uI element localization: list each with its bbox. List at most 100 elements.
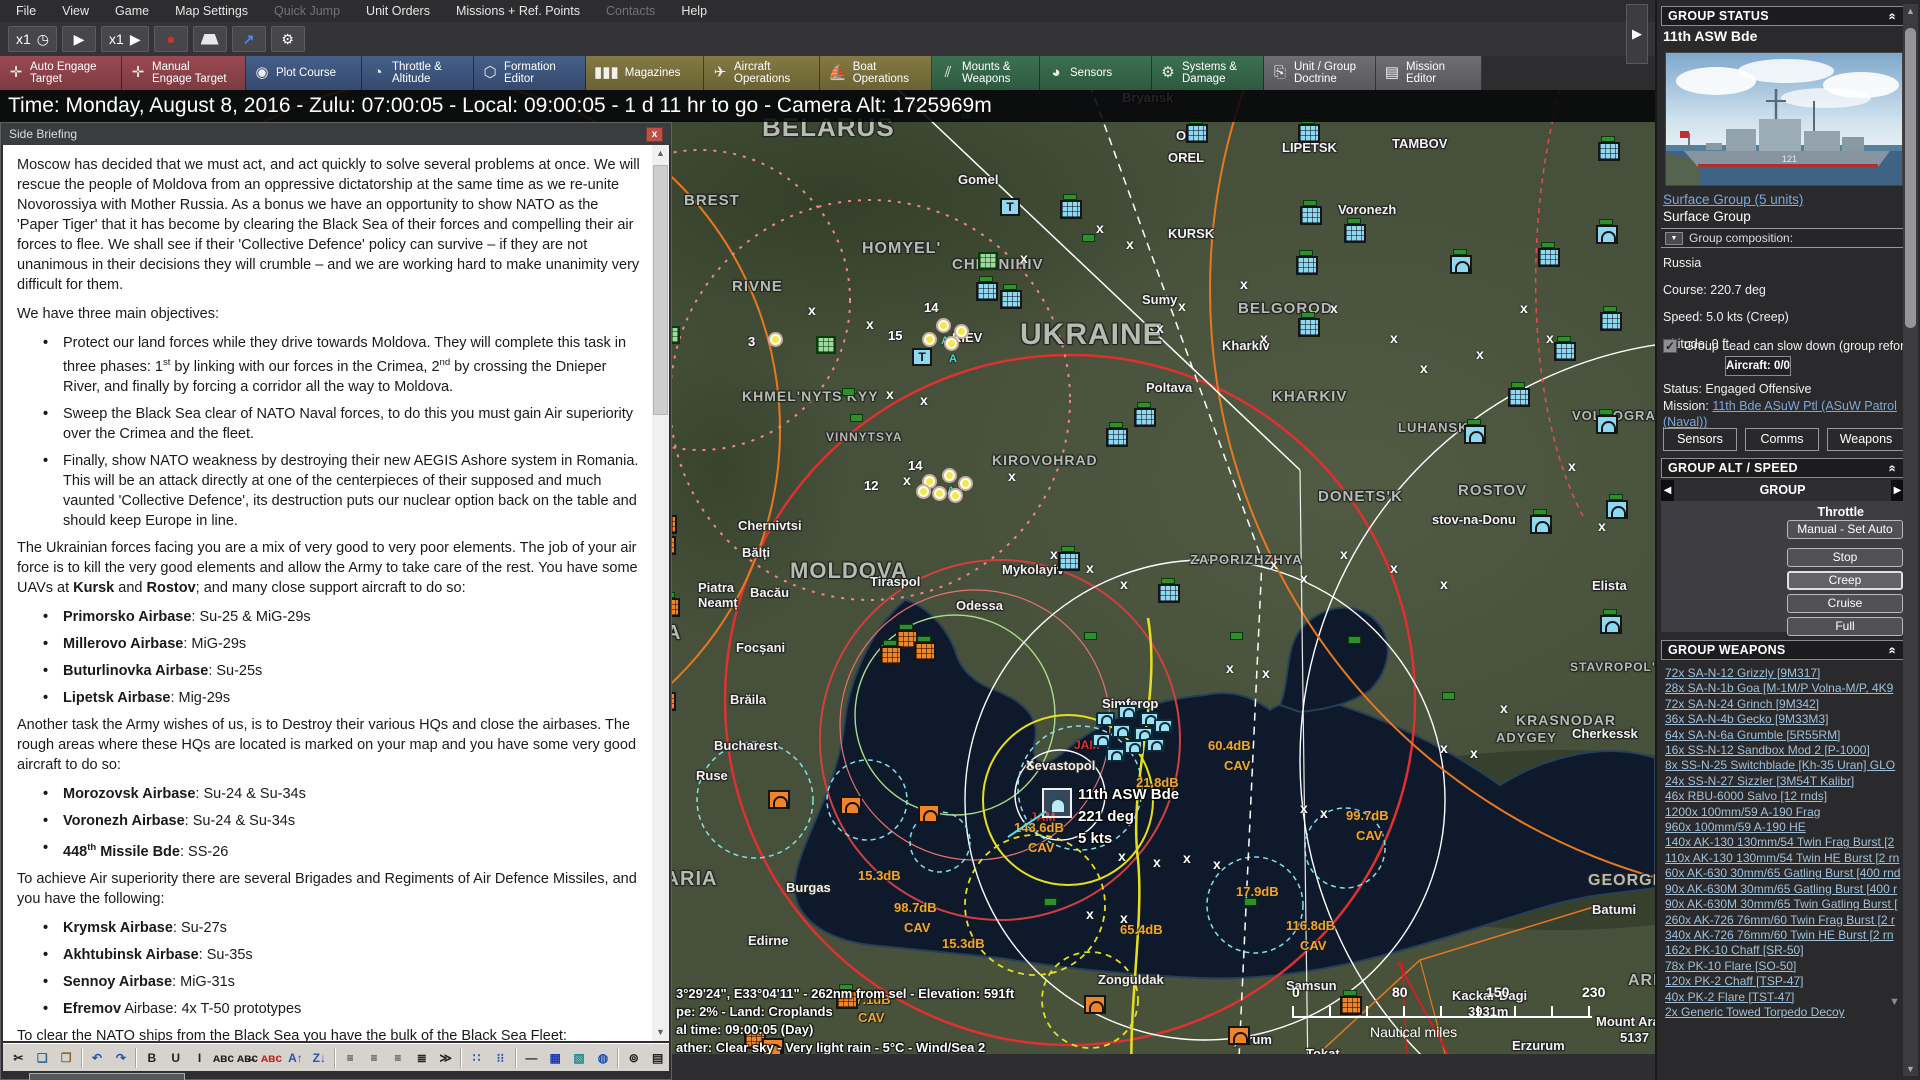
tower-icon[interactable]: T: [912, 348, 932, 366]
undo-icon[interactable]: ↶: [86, 1046, 109, 1069]
infantry-unit-icon[interactable]: [948, 488, 963, 503]
jump-button[interactable]: ↗: [232, 26, 266, 52]
aircraft-operations-button[interactable]: ✈AircraftOperations: [704, 56, 820, 90]
briefing-scrollbar[interactable]: ▲ ▼: [652, 145, 669, 1041]
image-icon[interactable]: ▧: [568, 1046, 591, 1069]
hostile-radar-icon[interactable]: [840, 796, 862, 815]
airbase-icon[interactable]: [1344, 224, 1366, 243]
aircraft-button[interactable]: Aircraft: 0/0: [1725, 356, 1791, 376]
panel-collapse-button[interactable]: ▶: [1626, 4, 1648, 64]
close-icon[interactable]: x: [646, 127, 663, 142]
airbase-icon[interactable]: [1000, 290, 1022, 309]
table-icon[interactable]: ▦: [544, 1046, 567, 1069]
airbase-icon[interactable]: [1058, 552, 1080, 571]
scroll-down-icon[interactable]: ▼: [1903, 1064, 1918, 1074]
airbase-icon[interactable]: [1300, 206, 1322, 225]
bold-icon[interactable]: B: [140, 1046, 163, 1069]
infantry-unit-icon[interactable]: [768, 332, 783, 347]
hostile-radar-icon[interactable]: [1228, 1026, 1250, 1045]
radar-site-icon[interactable]: [1596, 225, 1618, 244]
time-compression-button[interactable]: x1◷: [8, 26, 57, 52]
indent-icon[interactable]: ≫: [434, 1046, 457, 1069]
mission-editor-button[interactable]: ▤MissionEditor: [1376, 56, 1482, 90]
scroll-up-icon[interactable]: ▲: [1903, 6, 1918, 16]
italic-icon[interactable]: I: [188, 1046, 211, 1069]
army-unit-icon[interactable]: [1084, 632, 1097, 640]
weapon-link[interactable]: 16x SS-N-12 Sandbox Mod 2 [P-1000]: [1665, 743, 1903, 758]
presentation-button[interactable]: [193, 26, 227, 52]
mounts-weapons-button[interactable]: ⫽Mounts &Weapons: [932, 56, 1040, 90]
bullet-list-icon[interactable]: ∷: [465, 1046, 488, 1069]
weapon-link[interactable]: 40x PK-2 Flare [TST-47]: [1665, 990, 1903, 1005]
collapse-chevron-icon[interactable]: «: [1886, 12, 1901, 20]
sort-asc-icon[interactable]: A↑: [284, 1046, 307, 1069]
airbase-icon[interactable]: [1298, 124, 1320, 143]
surface-ship-icon[interactable]: [1118, 705, 1137, 719]
hostile-facility-icon[interactable]: [914, 642, 936, 661]
weapon-link[interactable]: 90x AK-630M 30mm/65 Twin Gatling Burst [: [1665, 897, 1903, 912]
find-icon[interactable]: ⊚: [622, 1046, 645, 1069]
prev-arrow-icon[interactable]: ◀: [1661, 480, 1674, 501]
hostile-radar-icon[interactable]: [1084, 995, 1106, 1014]
magazines-button[interactable]: ▮▮▮Magazines: [586, 56, 704, 90]
weapon-link[interactable]: 8x SS-N-25 Switchblade [Kh-35 Uran] GLO: [1665, 758, 1903, 773]
weapon-link[interactable]: 36x SA-N-4b Gecko [9M33M3]: [1665, 712, 1903, 727]
menu-file[interactable]: File: [16, 4, 36, 18]
justify-icon[interactable]: ≣: [410, 1046, 433, 1069]
globe-icon[interactable]: ◍: [592, 1046, 615, 1069]
group-status-header[interactable]: GROUP STATUS«: [1661, 6, 1904, 26]
weapon-link[interactable]: 60x AK-630 30mm/65 Gatling Burst [400 rn…: [1665, 866, 1903, 881]
airbase-icon[interactable]: [1296, 256, 1318, 275]
weapon-link[interactable]: 24x SS-N-27 Sizzler [3M54T Kalibr]: [1665, 774, 1903, 789]
weapon-link[interactable]: 120x PK-2 Chaff [TSP-47]: [1665, 974, 1903, 989]
airbase-icon[interactable]: [1134, 408, 1156, 427]
weapon-link[interactable]: 90x AK-630M 30mm/65 Gatling Burst [400 r: [1665, 882, 1903, 897]
print-icon[interactable]: ▤: [646, 1046, 669, 1069]
weapon-link[interactable]: 162x PK-10 Chaff [SR-50]: [1665, 943, 1903, 958]
throttle-stop-button[interactable]: Stop: [1787, 548, 1903, 567]
ground-facility-icon[interactable]: [978, 252, 998, 270]
menu-help[interactable]: Help: [681, 4, 707, 18]
army-unit-icon[interactable]: [1082, 234, 1095, 242]
font-color-icon[interactable]: ᴀʙᴄ: [260, 1046, 283, 1069]
hostile-facility-icon[interactable]: [880, 646, 902, 665]
menu-game[interactable]: Game: [115, 4, 149, 18]
strikethrough-icon[interactable]: ᴀʙ̶ᴄ: [236, 1046, 259, 1069]
infantry-unit-icon[interactable]: A: [944, 336, 959, 351]
comms-button[interactable]: Comms: [1745, 428, 1819, 451]
menu-map-settings[interactable]: Map Settings: [175, 4, 248, 18]
collapse-chevron-icon[interactable]: «: [1886, 464, 1901, 472]
throttle-cruise-button[interactable]: Cruise: [1787, 594, 1903, 613]
radar-site-icon[interactable]: [1606, 500, 1628, 519]
formation-editor-button[interactable]: ⬡FormationEditor: [474, 56, 586, 90]
group-lead-checkbox-row[interactable]: ✓ Group Lead can slow down (group reform…: [1663, 339, 1919, 353]
weapons-button[interactable]: Weapons: [1827, 428, 1905, 451]
weapon-link[interactable]: 72x SA-N-12 Grizzly [9M317]: [1665, 666, 1903, 681]
subscript-icon[interactable]: ᴀʙᴄ: [212, 1046, 235, 1069]
ground-facility-icon[interactable]: [816, 336, 836, 354]
army-unit-icon[interactable]: [1442, 692, 1455, 700]
redo-icon[interactable]: ↷: [110, 1046, 133, 1069]
weapons-scroll-down-icon[interactable]: ▼: [1889, 996, 1900, 1008]
group-alt-speed-header[interactable]: GROUP ALT / SPEED«: [1661, 458, 1904, 478]
weapon-link[interactable]: 46x RBU-6000 Salvo [12 rnds]: [1665, 789, 1903, 804]
airbase-icon[interactable]: [976, 282, 998, 301]
manual-engage-target-button[interactable]: ✛ManualEngage Target: [122, 56, 246, 90]
army-unit-icon[interactable]: [1230, 632, 1243, 640]
army-unit-icon[interactable]: [850, 414, 863, 422]
weapon-link[interactable]: 260x AK-726 76mm/60 Twin Frag Burst [2 r: [1665, 913, 1903, 928]
weapon-link[interactable]: 110x AK-130 130mm/54 Twin HE Burst [2 rn: [1665, 851, 1903, 866]
unit-group-doctrine-button[interactable]: ⎘Unit / GroupDoctrine: [1264, 56, 1376, 90]
manual-set-auto-button[interactable]: Manual - Set Auto: [1787, 520, 1903, 539]
group-composition-bar[interactable]: ▼ Group composition:: [1661, 228, 1904, 248]
dropdown-arrow-icon[interactable]: ▼: [1665, 232, 1683, 245]
army-unit-icon[interactable]: [1244, 898, 1257, 906]
airbase-icon[interactable]: [1298, 318, 1320, 337]
briefing-title-bar[interactable]: Side Briefing x: [1, 123, 671, 145]
briefing-text-area[interactable]: Moscow has decided that we must act, and…: [3, 145, 669, 1041]
sensors-button[interactable]: Sensors: [1663, 428, 1737, 451]
weapon-link[interactable]: 140x AK-130 130mm/54 Twin Frag Burst [2: [1665, 835, 1903, 850]
align-right-icon[interactable]: ≡: [387, 1046, 410, 1069]
copy-icon[interactable]: ❏: [31, 1046, 54, 1069]
throttle-creep-button[interactable]: Creep: [1787, 571, 1903, 590]
